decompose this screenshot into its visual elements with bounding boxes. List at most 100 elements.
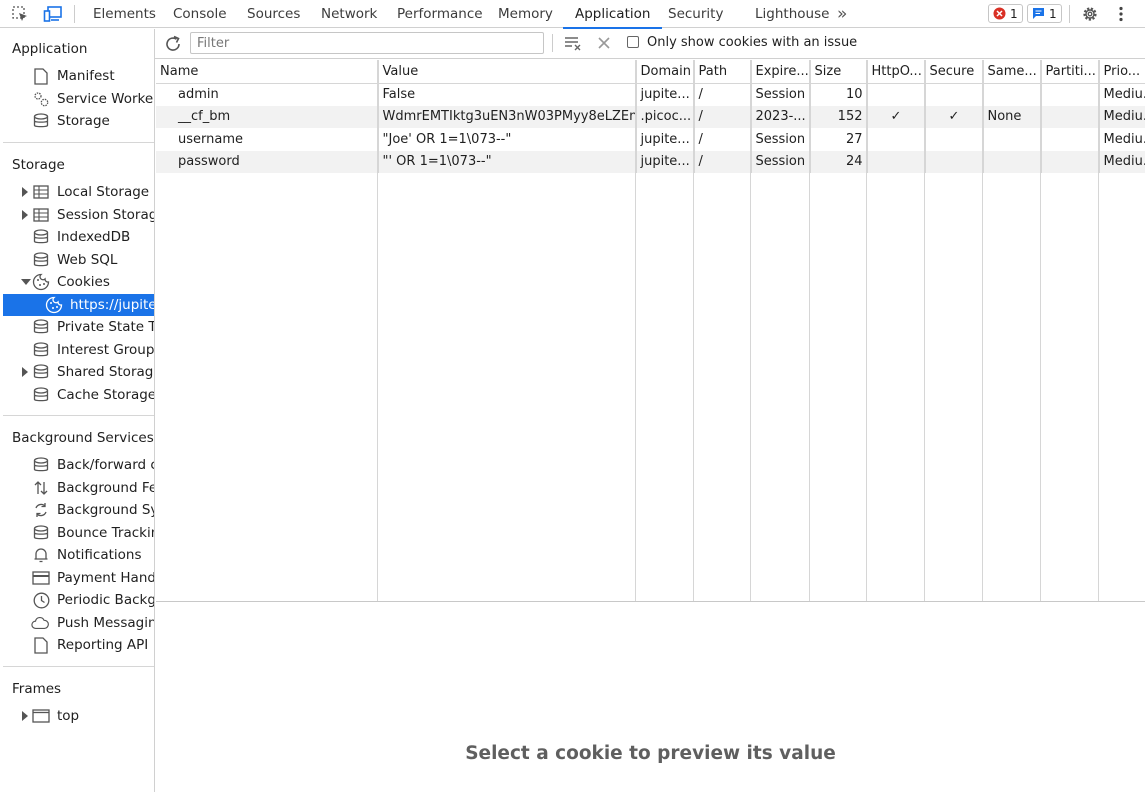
column-divider[interactable] — [750, 60, 751, 601]
tab-application[interactable]: Application — [562, 0, 663, 29]
sidebar-item-storage-overview[interactable]: Storage — [0, 110, 154, 132]
device-toolbar-icon[interactable] — [42, 4, 64, 24]
column-header-value[interactable]: Value — [378, 60, 637, 84]
tab-lighthouse[interactable]: Lighthouse — [755, 0, 829, 28]
sidebar-item-background-sync[interactable]: Background Syn — [0, 499, 154, 521]
expand-arrow-icon[interactable] — [22, 187, 28, 197]
credit-card-icon — [32, 569, 50, 587]
section-divider — [3, 666, 154, 667]
database-icon — [32, 251, 50, 269]
database-icon — [32, 341, 50, 359]
column-header-priority[interactable]: Prio... — [1099, 60, 1145, 84]
inspect-element-icon[interactable] — [9, 4, 31, 24]
cell-samesite — [983, 128, 1042, 151]
message-count-badge[interactable]: 1 — [1027, 4, 1062, 23]
more-tabs-icon[interactable]: » — [837, 0, 847, 28]
sidebar-item-private-state-tokens[interactable]: Private State Tok — [0, 316, 154, 338]
column-divider[interactable] — [1040, 60, 1041, 601]
column-header-partition-key[interactable]: Partiti... — [1041, 60, 1100, 84]
database-icon — [32, 112, 50, 130]
column-divider[interactable] — [809, 60, 810, 601]
expand-arrow-icon[interactable] — [22, 367, 28, 377]
sidebar-item-frame-top[interactable]: top — [0, 705, 154, 727]
sidebar-item-manifest[interactable]: Manifest — [0, 65, 154, 87]
toolbar-separator — [552, 34, 553, 52]
clear-filtered-cookies-icon[interactable] — [563, 34, 583, 52]
column-divider[interactable] — [982, 60, 983, 601]
table-row[interactable]: admin False jupite... / Session 10 Mediu… — [156, 83, 1145, 106]
message-icon — [1033, 8, 1044, 19]
column-header-secure[interactable]: Secure — [925, 60, 984, 84]
column-header-expires[interactable]: Expire... — [751, 60, 811, 84]
table-row[interactable]: __cf_bm WdmrEMTIktg3uEN3nW03PMyy8eLZEn..… — [156, 105, 1145, 128]
cell-partition-key — [1041, 105, 1100, 128]
sidebar-item-cookie-origin[interactable]: https://jupiter — [3, 294, 154, 316]
refresh-icon[interactable] — [163, 34, 183, 54]
sidebar-item-cookies[interactable]: Cookies — [0, 271, 154, 293]
sidebar-item-cache-storage[interactable]: Cache Storage — [0, 384, 154, 406]
cell-httponly — [867, 128, 926, 151]
sidebar-item-session-storage[interactable]: Session Storage — [0, 204, 154, 226]
table-grid-icon — [32, 183, 50, 201]
sidebar-item-service-workers[interactable]: Service Workers — [0, 88, 154, 110]
column-header-path[interactable]: Path — [694, 60, 752, 84]
column-divider[interactable] — [1098, 60, 1099, 601]
tab-memory[interactable]: Memory — [498, 0, 553, 28]
document-icon — [32, 636, 50, 654]
cell-partition-key — [1041, 128, 1100, 151]
cell-expires: Session — [751, 150, 811, 173]
sidebar-item-interest-groups[interactable]: Interest Groups — [0, 339, 154, 361]
database-icon — [32, 524, 50, 542]
column-divider[interactable] — [924, 60, 925, 601]
sidebar-item-notifications[interactable]: Notifications — [0, 544, 154, 566]
sidebar-item-local-storage[interactable]: Local Storage — [0, 181, 154, 203]
sidebar-item-push-messaging[interactable]: Push Messaging — [0, 612, 154, 634]
settings-gear-icon[interactable] — [1079, 4, 1101, 24]
tab-elements[interactable]: Elements — [93, 0, 156, 28]
sidebar-item-back-forward-cache[interactable]: Back/forward ca — [0, 454, 154, 476]
sidebar-item-web-sql[interactable]: Web SQL — [0, 249, 154, 271]
cell-path: / — [694, 83, 752, 106]
column-divider[interactable] — [866, 60, 867, 601]
expand-arrow-icon[interactable] — [22, 711, 28, 721]
delete-selected-icon[interactable] — [595, 34, 613, 52]
sidebar-item-shared-storage[interactable]: Shared Storage — [0, 361, 154, 383]
tab-console[interactable]: Console — [173, 0, 227, 28]
error-count-badge[interactable]: 1 — [988, 4, 1023, 23]
cell-secure: ✓ — [925, 105, 984, 128]
column-header-domain[interactable]: Domain — [636, 60, 695, 84]
collapse-arrow-icon[interactable] — [21, 279, 31, 285]
storage-section-title: Storage — [12, 157, 65, 173]
more-options-icon[interactable] — [1110, 4, 1132, 24]
bell-icon — [32, 546, 50, 564]
sidebar-item-background-fetch[interactable]: Background Fetc — [0, 477, 154, 499]
cell-httponly — [867, 150, 926, 173]
cell-expires: 2023-... — [751, 105, 811, 128]
sidebar-item-bounce-tracking[interactable]: Bounce Tracking — [0, 522, 154, 544]
up-down-arrows-icon — [32, 479, 50, 497]
tab-sources[interactable]: Sources — [247, 0, 300, 28]
sidebar-item-indexeddb[interactable]: IndexedDB — [0, 226, 154, 248]
sidebar-item-periodic-background-sync[interactable]: Periodic Backgro — [0, 589, 154, 611]
column-divider[interactable] — [377, 60, 378, 601]
error-icon — [993, 7, 1006, 20]
column-divider[interactable] — [635, 60, 636, 601]
cell-priority: Mediu... — [1099, 150, 1145, 173]
sidebar-item-payment-handler[interactable]: Payment Handle — [0, 567, 154, 589]
tab-network[interactable]: Network — [321, 0, 377, 28]
table-row[interactable]: password "' OR 1=1\073--" jupite... / Se… — [156, 150, 1145, 173]
sidebar-item-reporting-api[interactable]: Reporting API — [0, 634, 154, 656]
column-header-httponly[interactable]: HttpO... — [867, 60, 926, 84]
column-header-size[interactable]: Size — [810, 60, 868, 84]
cell-name: admin — [156, 83, 379, 106]
only-issues-checkbox[interactable] — [627, 36, 639, 48]
tab-performance[interactable]: Performance — [397, 0, 483, 28]
expand-arrow-icon[interactable] — [22, 210, 28, 220]
tab-security[interactable]: Security — [668, 0, 723, 28]
column-header-samesite[interactable]: Same... — [983, 60, 1042, 84]
column-header-name[interactable]: Name — [156, 60, 379, 84]
filter-input[interactable] — [190, 32, 544, 54]
table-row[interactable]: username "Joe' OR 1=1\073--" jupite... /… — [156, 128, 1145, 151]
column-divider[interactable] — [693, 60, 694, 601]
table-grid-icon — [32, 206, 50, 224]
